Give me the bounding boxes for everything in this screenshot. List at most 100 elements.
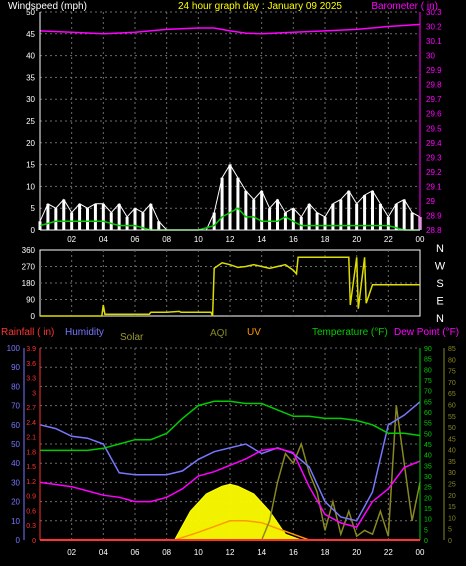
weather-x-tick-label: 02 xyxy=(67,548,76,557)
barometer-tick-label: 29.9 xyxy=(426,66,442,75)
temperature-tick-label: 15 xyxy=(424,506,432,513)
temperature-tick-label: 70 xyxy=(424,389,432,396)
humidity-tick-label: 0 xyxy=(16,536,21,545)
legend-humidity: Humidity xyxy=(65,327,104,338)
humidity-tick-label: 90 xyxy=(11,363,20,372)
direction-tick-label: 270 xyxy=(22,263,36,272)
direction-tick-label: 180 xyxy=(22,279,36,288)
weather-x-tick-label: 18 xyxy=(321,548,330,557)
temperature-tick-label: 75 xyxy=(424,378,432,385)
wind-tick-label: 40 xyxy=(26,52,35,61)
wind-tick-label: 0 xyxy=(31,226,36,235)
aqi-tick-label: 70 xyxy=(448,380,456,387)
humidity-tick-label: 50 xyxy=(11,440,20,449)
compass-letter-w: W xyxy=(435,261,446,273)
weather-x-tick-label: 08 xyxy=(162,548,171,557)
weather-x-tick-label: 22 xyxy=(384,548,393,557)
compass-letter-s: S xyxy=(436,278,443,290)
humidity-tick-label: 80 xyxy=(11,382,20,391)
temperature-tick-label: 20 xyxy=(424,495,432,502)
temperature-tick-label: 60 xyxy=(424,410,432,417)
wind-x-tick-label: 02 xyxy=(67,235,76,244)
rainfall-tick-label: 2.1 xyxy=(26,435,36,442)
wind-x-tick-label: 10 xyxy=(194,235,203,244)
aqi-tick-label: 60 xyxy=(448,402,456,409)
wind-x-tick-label: 04 xyxy=(99,235,108,244)
legend-solar: Solar xyxy=(120,332,144,343)
aqi-tick-label: 25 xyxy=(448,482,456,489)
humidity-tick-label: 40 xyxy=(11,459,20,468)
humidity-tick-label: 20 xyxy=(11,498,20,507)
compass-letter-n: N xyxy=(436,243,444,255)
chart-marks: 0510152025303540455028.828.92929.129.229… xyxy=(7,8,456,557)
rainfall-tick-label: 2.4 xyxy=(26,420,36,427)
wind-tick-label: 30 xyxy=(26,95,35,104)
compass-labels: NWSEN xyxy=(435,243,446,325)
wind-x-tick-label: 18 xyxy=(321,235,330,244)
barometer-tick-label: 29.5 xyxy=(426,124,442,133)
weather-x-tick-label: 04 xyxy=(99,548,108,557)
temperature-tick-label: 50 xyxy=(424,431,432,438)
direction-tick-label: 0 xyxy=(31,312,36,321)
barometer-tick-label: 28.9 xyxy=(426,211,442,220)
rainfall-tick-label: 3.6 xyxy=(26,361,36,368)
compass-letter-n: N xyxy=(436,313,444,325)
rainfall-tick-label: 2.7 xyxy=(26,405,36,412)
humidity-tick-label: 70 xyxy=(11,402,20,411)
temperature-tick-label: 5 xyxy=(424,527,428,534)
temperature-tick-label: 25 xyxy=(424,485,432,492)
barometer-tick-label: 29 xyxy=(426,197,435,206)
weather-x-tick-label: 12 xyxy=(226,548,235,557)
aqi-tick-label: 20 xyxy=(448,493,456,500)
aqi-tick-label: 45 xyxy=(448,436,456,443)
barometer-tick-label: 29.8 xyxy=(426,81,442,90)
aqi-tick-label: 65 xyxy=(448,391,456,398)
humidity-tick-label: 60 xyxy=(11,421,20,430)
aqi-tick-label: 40 xyxy=(448,448,456,455)
graph-title: 24 hour graph day : January 09 2025 xyxy=(178,1,342,12)
temperature-tick-label: 40 xyxy=(424,453,432,460)
weather-graph-svg: Windspeed (mph) 24 hour graph day : Janu… xyxy=(1,1,459,557)
wind-x-tick-label: 16 xyxy=(289,235,298,244)
humidity-tick-label: 30 xyxy=(11,478,20,487)
temperature-tick-label: 65 xyxy=(424,399,432,406)
legend-aqi: AQI xyxy=(210,328,227,339)
wind-x-tick-label: 06 xyxy=(131,235,140,244)
weather-x-tick-label: 00 xyxy=(416,548,425,557)
temperature-tick-label: 90 xyxy=(424,346,432,353)
wind-tick-label: 50 xyxy=(26,8,35,17)
windspeed-axis-label: Windspeed (mph) xyxy=(8,1,87,12)
rainfall-tick-label: 0.6 xyxy=(26,508,36,515)
compass-letter-e: E xyxy=(436,296,443,308)
barometer-tick-label: 29.4 xyxy=(426,139,442,148)
wind-tick-label: 35 xyxy=(26,73,35,82)
direction-tick-label: 90 xyxy=(26,296,35,305)
rainfall-tick-label: 0.3 xyxy=(26,523,36,530)
wind-x-tick-label: 22 xyxy=(384,235,393,244)
barometer-tick-label: 30.2 xyxy=(426,23,442,32)
barometer-tick-label: 30.3 xyxy=(426,8,442,17)
barometer-tick-label: 28.8 xyxy=(426,226,442,235)
rainfall-tick-label: 1.2 xyxy=(26,479,36,486)
temperature-tick-label: 35 xyxy=(424,463,432,470)
aqi-tick-label: 80 xyxy=(448,357,456,364)
aqi-tick-label: 5 xyxy=(448,527,452,534)
weather-graph-page: Windspeed (mph) 24 hour graph day : Janu… xyxy=(0,0,466,566)
wind-tick-label: 25 xyxy=(26,117,35,126)
rainfall-tick-label: 3 xyxy=(32,390,36,397)
barometer-tick-label: 29.7 xyxy=(426,95,442,104)
legend-temperature: Temperature (°F) xyxy=(312,327,388,338)
temperature-tick-label: 10 xyxy=(424,517,432,524)
wind-x-tick-label: 12 xyxy=(226,235,235,244)
barometer-tick-label: 30.1 xyxy=(426,37,442,46)
temperature-tick-label: 55 xyxy=(424,421,432,428)
rainfall-tick-label: 1.5 xyxy=(26,464,36,471)
aqi-tick-label: 15 xyxy=(448,504,456,511)
barometer-tick-label: 29.1 xyxy=(426,182,442,191)
wind-tick-label: 5 xyxy=(31,204,36,213)
humidity-tick-label: 100 xyxy=(7,344,21,353)
legend-dewpoint: Dew Point (°F) xyxy=(394,327,459,338)
wind-tick-label: 45 xyxy=(26,30,35,39)
legend-rainfall: Rainfall ( in) xyxy=(1,327,54,338)
aqi-tick-label: 0 xyxy=(448,538,452,545)
